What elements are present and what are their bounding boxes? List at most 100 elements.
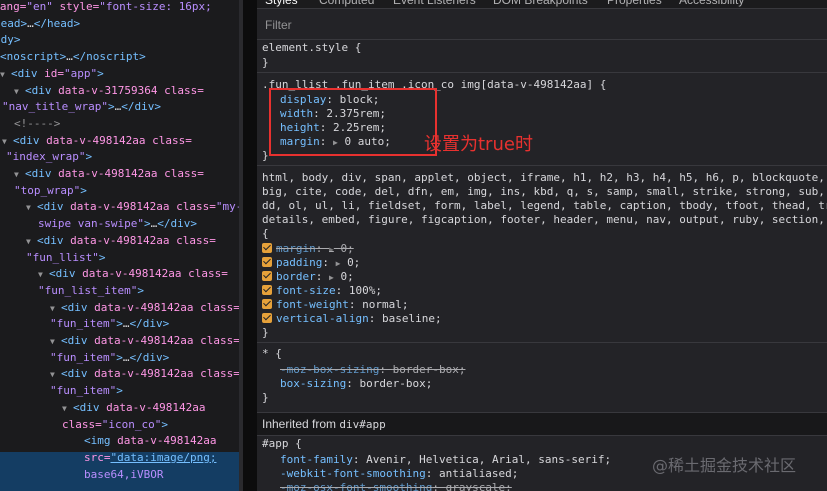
decl-prop: vertical-align (276, 312, 369, 325)
decl-webkit-font-smoothing[interactable]: -webkit-font-smoothing: antialiased; (280, 467, 518, 481)
rule-selector-line[interactable]: details, embed, figure, figcaption, foot… (262, 213, 825, 227)
inherited-header: Inherited from div#app (257, 412, 827, 436)
dom-node-line[interactable]: ▼ <div data-v-498142aa class= (2, 132, 192, 149)
checkbox-icon[interactable] (262, 313, 272, 323)
dom-node-line[interactable]: <!----> (14, 115, 60, 132)
expanded-triangle-icon[interactable]: ▼ (50, 333, 61, 350)
tab-dom-breakpoints[interactable]: DOM Breakpoints (493, 0, 588, 8)
rule-selector[interactable]: * { (262, 347, 282, 361)
dom-token: "fun_item" (50, 384, 117, 398)
dom-token: > (137, 283, 144, 297)
dom-node-line[interactable]: ▼ <div data-v-498142aa class= (50, 365, 240, 382)
rule-selector-line[interactable]: dd, ol, ul, li, fieldset, form, label, l… (262, 199, 827, 213)
tab-accessibility[interactable]: Accessibility (679, 0, 744, 8)
dom-token: swipe van-swipe" (38, 217, 144, 231)
expanded-triangle-icon[interactable]: ▼ (38, 266, 49, 283)
filter-bar (257, 9, 827, 40)
rule-selector[interactable]: element.style { (262, 41, 361, 55)
decl-padding[interactable]: padding: ▶ 0; (262, 256, 360, 270)
dom-node-line[interactable]: src="data:image/png; (84, 449, 216, 466)
inherited-label: Inherited from div#app (262, 417, 386, 431)
decl-box-sizing[interactable]: box-sizing: border-box; (280, 377, 432, 391)
checkbox-icon[interactable] (262, 285, 272, 295)
expanded-triangle-icon[interactable]: ▼ (62, 400, 73, 417)
decl-moz-osx-font-smoothing[interactable]: -moz-osx-font-smoothing: grayscale; (280, 481, 512, 491)
dom-token: <div (61, 300, 95, 314)
dom-node-line[interactable]: head>…</head> (0, 15, 80, 32)
filter-input[interactable] (263, 15, 807, 35)
decl-prop: -moz-osx-font-smoothing (280, 481, 433, 491)
dom-node-line[interactable]: ▼ <div data-v-498142aa (62, 399, 205, 416)
decl-prop: -webkit-font-smoothing (280, 467, 426, 480)
styles-panel: Styles Computed Event Listeners DOM Brea… (257, 0, 827, 491)
expand-triangle-icon[interactable]: ▶ (329, 245, 334, 254)
dom-token: data-v-498142aa class= (82, 267, 228, 281)
dom-node-line[interactable]: ▼ <div id="app"> (0, 65, 104, 82)
rule-close-brace: } (262, 391, 269, 404)
dom-node-line[interactable]: ody> (0, 31, 21, 48)
dom-token: > (161, 417, 168, 431)
inherited-element-link[interactable]: div#app (339, 418, 385, 431)
rule-open-brace: { (262, 227, 269, 240)
dom-token: data-v-498142aa class= (70, 200, 216, 214)
checkbox-icon[interactable] (262, 271, 272, 281)
tab-computed[interactable]: Computed (319, 0, 374, 8)
expanded-triangle-icon[interactable]: ▼ (50, 366, 61, 383)
dom-node-line[interactable]: "fun_item">…</div> (50, 349, 169, 366)
dom-node-line[interactable]: "fun_llist"> (26, 249, 105, 266)
expanded-triangle-icon[interactable]: ▼ (50, 300, 61, 317)
expand-triangle-icon[interactable]: ▶ (329, 273, 334, 282)
dom-node-line[interactable]: ▼ <div data-v-498142aa class= (14, 165, 204, 182)
dom-node-line[interactable]: ▼ <div data-v-31759364 class= (14, 82, 204, 99)
dom-node-line[interactable]: ▼ <div data-v-498142aa class= (38, 265, 228, 282)
expanded-triangle-icon[interactable]: ▼ (14, 83, 25, 100)
dom-node-line[interactable]: class="icon_co"> (62, 416, 168, 433)
expanded-triangle-icon[interactable]: ▼ (0, 66, 11, 83)
expanded-triangle-icon[interactable]: ▼ (2, 133, 13, 150)
decl-margin[interactable]: margin: ▶ 0; (262, 242, 354, 256)
expand-triangle-icon[interactable]: ▶ (336, 259, 341, 268)
rule-selector[interactable]: #app { (262, 437, 302, 451)
dom-node-line[interactable]: "fun_item"> (50, 382, 123, 399)
tab-properties[interactable]: Properties (607, 0, 662, 8)
dom-node-line[interactable]: "top_wrap"> (14, 182, 87, 199)
dom-token: > (116, 350, 123, 364)
dom-token: </div> (121, 100, 161, 114)
dom-node-line[interactable]: "fun_item">…</div> (50, 315, 169, 332)
checkbox-icon[interactable] (262, 299, 272, 309)
dom-node-line[interactable]: <img data-v-498142aa (84, 432, 216, 449)
rule-selector-line[interactable]: html, body, div, span, applet, object, i… (262, 171, 825, 185)
decl-prop: margin (276, 242, 316, 255)
dom-node-line[interactable]: "nav_title_wrap">…</div> (2, 98, 161, 115)
decl-border[interactable]: border: ▶ 0; (262, 270, 354, 284)
expanded-triangle-icon[interactable]: ▼ (14, 166, 25, 183)
dom-token: head> (0, 16, 28, 30)
dom-node-line[interactable]: l lang="en" style="font-size: 16px; (0, 0, 212, 15)
rule-selector-line[interactable]: big, cite, code, del, dfn, em, img, ins,… (262, 185, 825, 199)
decl-vertical-align[interactable]: vertical-align: baseline; (262, 312, 442, 326)
dom-node-line[interactable]: ▼ <div data-v-498142aa class="my- (26, 198, 242, 215)
checkbox-icon[interactable] (262, 257, 272, 267)
dom-token: "index_wrap" (6, 150, 86, 164)
dom-token: data-v-498142aa class= (46, 133, 192, 147)
decl-font-size[interactable]: font-size: 100%; (262, 284, 382, 298)
decl-font-weight[interactable]: font-weight: normal; (262, 298, 408, 312)
expanded-triangle-icon[interactable]: ▼ (26, 233, 37, 250)
dom-node-line[interactable]: ▼ <div data-v-498142aa class= (50, 332, 240, 349)
dom-node-line[interactable]: base64,iVBOR (84, 466, 163, 483)
dom-node-line[interactable]: swipe van-swipe">…</div> (38, 215, 197, 232)
dom-node-line[interactable]: ▼ <div data-v-498142aa class= (50, 299, 240, 316)
dom-node-line[interactable]: ▼ <div data-v-498142aa class= (26, 232, 216, 249)
checkbox-icon[interactable] (262, 243, 272, 253)
annotation-text: 设置为true时 (424, 134, 533, 155)
expanded-triangle-icon[interactable]: ▼ (26, 199, 37, 216)
tab-styles[interactable]: Styles (265, 0, 298, 8)
tab-event-listeners[interactable]: Event Listeners (393, 0, 476, 8)
dom-node-line[interactable]: <noscript>…</noscript> (0, 48, 146, 65)
dom-node-line[interactable]: "fun_list_item"> (38, 282, 144, 299)
dom-node-line[interactable]: "index_wrap"> (6, 148, 92, 165)
dom-token: data-v-498142aa class= (94, 300, 240, 314)
panel-divider[interactable] (243, 0, 257, 491)
decl-moz-box-sizing[interactable]: -moz-box-sizing: border-box; (280, 363, 465, 377)
decl-font-family[interactable]: font-family: Avenir, Helvetica, Arial, s… (280, 453, 611, 467)
